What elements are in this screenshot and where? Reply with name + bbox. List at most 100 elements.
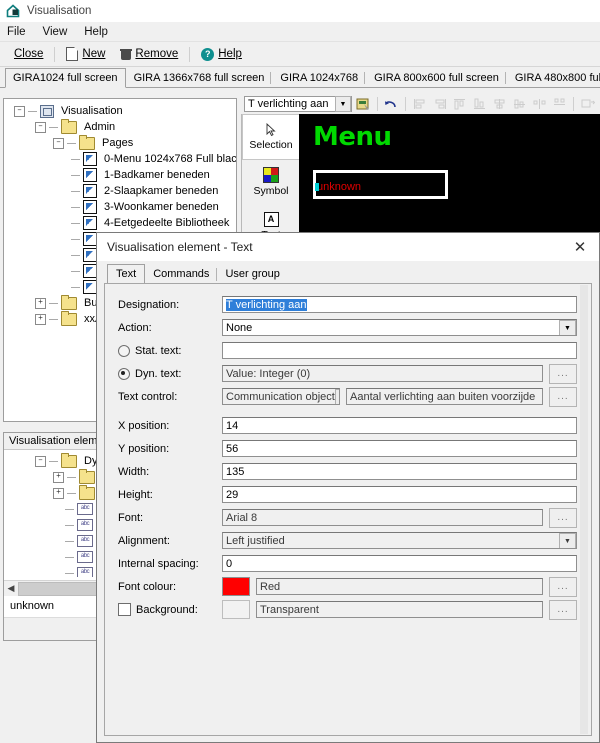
expander-icon[interactable]: – xyxy=(35,455,46,467)
background-colour-swatch[interactable] xyxy=(222,600,250,619)
chevron-left-icon[interactable]: ◀ xyxy=(4,583,18,594)
tool-symbol-label: Symbol xyxy=(253,185,289,197)
align-vertical-center-icon[interactable] xyxy=(491,96,508,112)
background-input[interactable]: Transparent xyxy=(256,601,543,618)
dialog-scrollbar[interactable] xyxy=(578,285,590,734)
same-size-icon[interactable] xyxy=(579,96,596,112)
designation-input[interactable]: T verlichting aan xyxy=(222,296,577,313)
menu-help[interactable]: Help xyxy=(84,26,108,38)
close-button[interactable]: Close xyxy=(6,46,51,62)
tab-gira-1366x768-full-screen[interactable]: GIRA 1366x768 full screen xyxy=(126,68,273,87)
tree-line xyxy=(28,110,37,112)
background-label: Background: xyxy=(136,603,198,616)
align-horizontal-center-icon[interactable] xyxy=(511,96,528,112)
align-right-edges-icon[interactable] xyxy=(431,96,448,112)
element-selector-dropdown[interactable]: T verlichting aan ▼ xyxy=(244,96,352,112)
expander-icon[interactable]: + xyxy=(53,487,64,499)
tree-item-page[interactable]: 1-Badkamer beneden xyxy=(8,167,236,183)
tab-user-group[interactable]: User group xyxy=(217,265,287,283)
tool-selection[interactable]: Selection xyxy=(242,114,300,160)
expander-icon[interactable]: + xyxy=(53,471,64,483)
menu-view[interactable]: View xyxy=(43,26,68,38)
chevron-down-icon[interactable]: ▼ xyxy=(559,320,576,335)
distribute-horizontal-icon[interactable] xyxy=(531,96,548,112)
width-input[interactable]: 135 xyxy=(222,463,577,480)
dyn-text-radio[interactable]: Dyn. text: xyxy=(118,367,222,380)
canvas-heading[interactable]: Menu xyxy=(313,122,392,152)
chevron-down-icon[interactable]: ▼ xyxy=(334,389,339,404)
tree-item-page[interactable]: 2-Slaapkamer beneden xyxy=(8,183,236,199)
font-input[interactable]: Arial 8 xyxy=(222,509,543,526)
abc-icon: abc xyxy=(77,551,93,563)
tab-commands[interactable]: Commands xyxy=(145,265,218,283)
tool-symbol[interactable]: Symbol xyxy=(242,160,300,204)
undo-icon[interactable] xyxy=(383,96,400,112)
x-position-input[interactable]: 14 xyxy=(222,417,577,434)
tab-gira-480x800-full-screen[interactable]: GIRA 480x800 full screen xyxy=(507,68,600,87)
properties-icon[interactable] xyxy=(355,96,372,112)
y-position-label: Y position: xyxy=(118,442,170,455)
new-button[interactable]: New xyxy=(58,45,113,63)
tab-gira-1024x768[interactable]: GIRA 1024x768 xyxy=(272,68,366,87)
close-button-label: Close xyxy=(14,48,44,60)
tab-text[interactable]: Text xyxy=(107,264,146,284)
height-input[interactable]: 29 xyxy=(222,486,577,503)
tab-gira-800x600-full-screen[interactable]: GIRA 800x600 full screen xyxy=(366,68,507,87)
menu-file[interactable]: File xyxy=(7,26,26,38)
expander-icon[interactable]: + xyxy=(35,313,46,325)
tree-item-visualisation[interactable]: – Visualisation xyxy=(8,103,236,119)
radio-icon[interactable] xyxy=(118,344,130,357)
tree-item-page[interactable]: 0-Menu 1024x768 Full black xyxy=(8,151,236,167)
y-position-input[interactable]: 56 xyxy=(222,440,577,457)
dyn-text-browse-button[interactable]: ... xyxy=(549,363,577,384)
expander-icon[interactable]: – xyxy=(35,121,46,133)
background-checkbox[interactable]: Background: xyxy=(118,603,222,616)
checkbox-icon[interactable] xyxy=(118,603,131,616)
remove-button[interactable]: Remove xyxy=(113,46,186,62)
stat-text-input[interactable] xyxy=(222,342,577,359)
font-colour-swatch[interactable] xyxy=(222,577,250,596)
folder-icon xyxy=(61,118,77,134)
tree-item-label: 3-Woonkamer beneden xyxy=(104,201,219,213)
element-selector-value: T verlichting aan xyxy=(248,98,329,110)
internal-spacing-label: Internal spacing: xyxy=(118,557,199,570)
action-dropdown[interactable]: None ▼ xyxy=(222,319,577,336)
tab-gira1024-full-screen[interactable]: GIRA1024 full screen xyxy=(5,68,126,88)
chevron-down-icon[interactable]: ▼ xyxy=(559,533,576,548)
remove-button-label: Remove xyxy=(135,48,179,60)
background-browse-button[interactable]: ... xyxy=(549,599,577,620)
tree-item-pages[interactable]: – Pages xyxy=(8,134,236,151)
expander-icon[interactable]: – xyxy=(53,137,64,149)
font-colour-input[interactable]: Red xyxy=(256,578,543,595)
x-position-label: X position: xyxy=(118,419,170,432)
text-control-browse-button[interactable]: ... xyxy=(549,386,577,407)
radio-icon[interactable] xyxy=(118,367,130,380)
align-top-edges-icon[interactable] xyxy=(451,96,468,112)
dyn-text-input[interactable]: Value: Integer (0) xyxy=(222,365,543,382)
row-x-position: X position: 14 xyxy=(105,414,591,437)
expander-icon[interactable]: + xyxy=(35,297,46,309)
designation-label: Designation: xyxy=(118,298,180,311)
scrollbar-track[interactable] xyxy=(580,285,588,734)
x-position-value: 14 xyxy=(226,420,239,432)
align-left-edges-icon[interactable] xyxy=(411,96,428,112)
tree-item-page[interactable]: 4-Eetgedeelte Bibliotheek xyxy=(8,215,236,231)
font-browse-button[interactable]: ... xyxy=(549,507,577,528)
tree-item-page[interactable]: 3-Woonkamer beneden xyxy=(8,199,236,215)
alignment-dropdown[interactable]: Left justified ▼ xyxy=(222,532,577,549)
chevron-down-icon[interactable]: ▼ xyxy=(335,96,351,112)
selected-text-element[interactable]: unknown xyxy=(313,170,448,199)
internal-spacing-input[interactable]: 0 xyxy=(222,555,577,572)
close-icon[interactable]: ✕ xyxy=(561,233,599,261)
font-colour-browse-button[interactable]: ... xyxy=(549,576,577,597)
tree-line xyxy=(49,302,58,304)
distribute-vertical-icon[interactable] xyxy=(551,96,568,112)
text-control-object-input[interactable]: Aantal verlichting aan buiten voorzijde xyxy=(346,388,543,405)
expander-icon[interactable]: – xyxy=(14,105,25,117)
stat-text-radio[interactable]: Stat. text: xyxy=(118,344,222,357)
align-bottom-edges-icon[interactable] xyxy=(471,96,488,112)
resize-handle[interactable] xyxy=(315,183,319,191)
help-button[interactable]: ? Help xyxy=(193,46,250,63)
tree-item-admin[interactable]: – Admin xyxy=(8,118,236,135)
text-control-dropdown[interactable]: Communication object ▼ xyxy=(222,388,340,405)
